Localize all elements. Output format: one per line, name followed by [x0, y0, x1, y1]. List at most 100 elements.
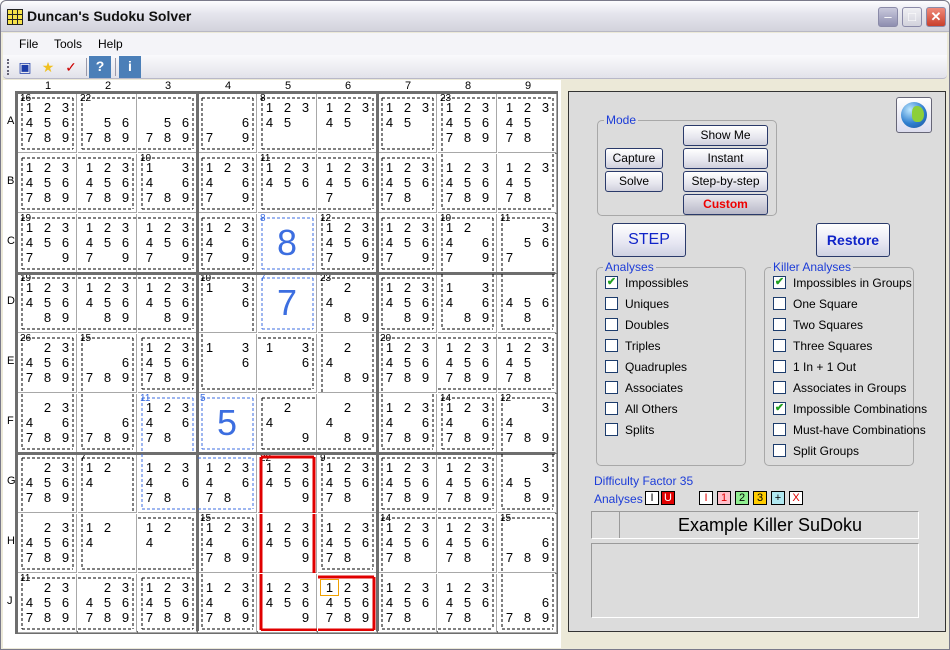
checkbox[interactable]: ✔: [773, 276, 786, 289]
cell-H8[interactable]: 123 456 78: [438, 514, 497, 573]
cell-F8[interactable]: 14 1 2 3 4 6 7 8 9: [438, 394, 497, 453]
cell-B7[interactable]: 123 456 78: [378, 154, 437, 213]
cell-J9[interactable]: 6 789: [498, 574, 557, 633]
checkbox[interactable]: [605, 423, 618, 436]
checkbox[interactable]: ✔: [773, 402, 786, 415]
checkbox[interactable]: [605, 360, 618, 373]
cell-G8[interactable]: 123 456 789: [438, 454, 497, 513]
cell-G7[interactable]: 123 456 789: [378, 454, 437, 513]
show-me-button[interactable]: Show Me: [683, 125, 768, 146]
cell-D9[interactable]: 4568: [498, 274, 557, 333]
toolbar-grip[interactable]: [7, 59, 10, 75]
cell-E5[interactable]: 1 36: [258, 334, 317, 393]
cell-F7[interactable]: 123 4 6 789: [378, 394, 437, 453]
cell-G5[interactable]: 22 1 2 3 4 5 6 9: [258, 454, 317, 513]
checkbox[interactable]: [605, 318, 618, 331]
cell-C6[interactable]: 12 1 2 3 4 5 6 7 9: [318, 214, 377, 273]
cell-D4[interactable]: 10 1 3 6: [198, 274, 257, 333]
cell-C1[interactable]: 19 1 2 3 4 5 6 7 9: [18, 214, 77, 273]
cell-F5[interactable]: 24 9: [258, 394, 317, 453]
checkbox[interactable]: [605, 381, 618, 394]
cell-D6[interactable]: 23 2 4 8 9: [318, 274, 377, 333]
cell-J7[interactable]: 123 456 78: [378, 574, 437, 633]
checkbox[interactable]: [605, 402, 618, 415]
cell-H2[interactable]: 124: [78, 514, 137, 573]
cell-A7[interactable]: 123 45: [378, 94, 437, 153]
close-button[interactable]: ✕: [926, 7, 946, 27]
cell-J1[interactable]: 11 2 3 4 5 6 7 8 9: [18, 574, 77, 633]
cell-A2[interactable]: 22 5 6 7 8 9: [78, 94, 137, 153]
instant-button[interactable]: Instant: [683, 148, 768, 169]
cell-C3[interactable]: 123 456 7 9: [138, 214, 197, 273]
cell-H1[interactable]: 23 456 789: [18, 514, 77, 573]
document-check-icon[interactable]: ✓: [61, 57, 81, 77]
cell-H9[interactable]: 15 6 7 8 9: [498, 514, 557, 573]
cell-B8[interactable]: 123 456 789: [438, 154, 497, 213]
cell-J2[interactable]: 23 456 789: [78, 574, 137, 633]
cell-D1[interactable]: 19 1 2 3 4 5 6 8 9: [18, 274, 77, 333]
cell-B5[interactable]: 11 1 2 3 4 5 6: [258, 154, 317, 213]
cell-E4[interactable]: 1 36: [198, 334, 257, 393]
cell-A4[interactable]: 6 7 9: [198, 94, 257, 153]
web-button[interactable]: [896, 97, 932, 133]
step-by-step-button[interactable]: Step-by-step: [683, 171, 768, 192]
cell-F1[interactable]: 23 4 6 789: [18, 394, 77, 453]
cell-G1[interactable]: 23 456 789: [18, 454, 77, 513]
restore-button[interactable]: Restore: [816, 223, 890, 257]
cell-F9[interactable]: 12 3 4 7 8 9: [498, 394, 557, 453]
checkbox[interactable]: [773, 381, 786, 394]
cell-J8[interactable]: 123 456 78: [438, 574, 497, 633]
cell-B6[interactable]: 123 456 7: [318, 154, 377, 213]
cell-C9[interactable]: 11 3 5 6 7: [498, 214, 557, 273]
cell-F4[interactable]: 55: [198, 394, 257, 453]
cell-J3[interactable]: 123 456 789: [138, 574, 197, 633]
step-button[interactable]: STEP: [612, 223, 686, 257]
cell-A1[interactable]: 16 1 2 3 4 5 6 7 8 9: [18, 94, 77, 153]
cell-C8[interactable]: 10 1 2 4 6 7 9: [438, 214, 497, 273]
cell-J5[interactable]: 123 4569: [258, 574, 317, 633]
save-icon[interactable]: ▣: [15, 57, 35, 77]
cell-E1[interactable]: 26 2 3 4 5 6 7 8 9: [18, 334, 77, 393]
cell-E7[interactable]: 20 1 2 3 4 5 6 7 8 9: [378, 334, 437, 393]
cell-G3[interactable]: 123 4 6 78: [138, 454, 197, 513]
minimize-button[interactable]: –: [878, 7, 898, 27]
cell-D2[interactable]: 123 45689: [78, 274, 137, 333]
checkbox[interactable]: [773, 318, 786, 331]
checkbox[interactable]: [773, 339, 786, 352]
cell-G4[interactable]: 123 4 6 78: [198, 454, 257, 513]
cell-D8[interactable]: 1 3 4 689: [438, 274, 497, 333]
checkbox[interactable]: [605, 339, 618, 352]
cell-E2[interactable]: 15 6 7 8 9: [78, 334, 137, 393]
cell-E9[interactable]: 123 4578: [498, 334, 557, 393]
cell-H4[interactable]: 15 1 2 3 4 6 7 8 9: [198, 514, 257, 573]
cell-C4[interactable]: 123 4 6 7 9: [198, 214, 257, 273]
capture-button[interactable]: Capture: [605, 148, 663, 169]
cell-F6[interactable]: 2489: [318, 394, 377, 453]
star-icon[interactable]: ★: [38, 57, 58, 77]
cell-J4[interactable]: 123 4 6 789: [198, 574, 257, 633]
cell-A3[interactable]: 56 789: [138, 94, 197, 153]
checkbox[interactable]: [773, 360, 786, 373]
cell-J6[interactable]: 123 456 789: [318, 574, 377, 633]
info-icon[interactable]: i: [119, 56, 141, 78]
cell-D5[interactable]: 77: [258, 274, 317, 333]
cell-A8[interactable]: 23 1 2 3 4 5 6 7 8 9: [438, 94, 497, 153]
menu-tools[interactable]: Tools: [54, 37, 82, 51]
checkbox[interactable]: [773, 444, 786, 457]
cell-E8[interactable]: 123 456 789: [438, 334, 497, 393]
cell-D7[interactable]: 123 45689: [378, 274, 437, 333]
cell-H3[interactable]: 124: [138, 514, 197, 573]
cell-H5[interactable]: 123 4569: [258, 514, 317, 573]
cell-E6[interactable]: 2489: [318, 334, 377, 393]
menu-file[interactable]: File: [19, 37, 38, 51]
help-icon[interactable]: ?: [89, 56, 111, 78]
cell-F2[interactable]: 6 789: [78, 394, 137, 453]
checkbox[interactable]: [605, 297, 618, 310]
menu-help[interactable]: Help: [98, 37, 123, 51]
cell-C5[interactable]: 88: [258, 214, 317, 273]
cell-D3[interactable]: 123 45689: [138, 274, 197, 333]
cell-G6[interactable]: 912345678: [318, 454, 377, 513]
cell-B1[interactable]: 123 456 789: [18, 154, 77, 213]
cell-H7[interactable]: 14 1 2 3 4 5 6 7 8: [378, 514, 437, 573]
cell-A9[interactable]: 123 4578: [498, 94, 557, 153]
